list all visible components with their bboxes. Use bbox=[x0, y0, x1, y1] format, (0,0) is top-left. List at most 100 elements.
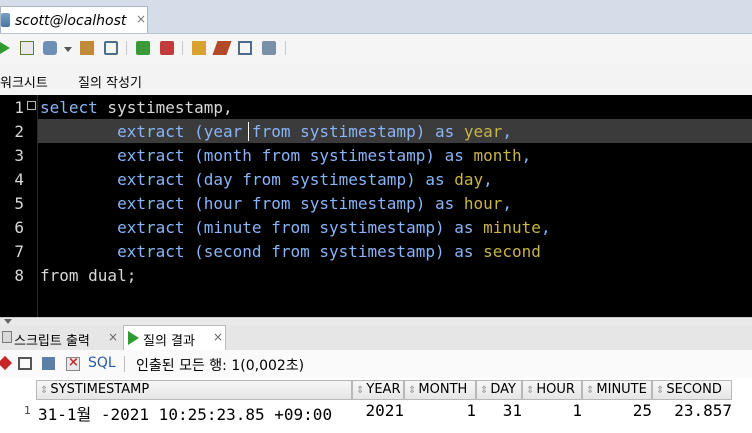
column-header-label: SECOND bbox=[666, 382, 722, 397]
table-cell[interactable]: 31 bbox=[476, 401, 522, 420]
autotrace-icon[interactable] bbox=[80, 41, 94, 55]
refresh-icon[interactable] bbox=[42, 357, 55, 370]
editor-subtabs: 워크시트 질의 작성기 bbox=[0, 64, 752, 96]
line-number: 4 bbox=[14, 170, 24, 189]
close-tab-icon[interactable]: × bbox=[213, 330, 223, 344]
code-text: systimestamp) bbox=[290, 122, 426, 141]
text-caret bbox=[248, 122, 249, 141]
sql-editor[interactable]: 1 2 3 4 5 6 7 8 select systimestamp, ext… bbox=[0, 95, 752, 317]
fold-icon[interactable] bbox=[27, 101, 36, 110]
line-number: 2 bbox=[14, 122, 24, 141]
keyword: from bbox=[251, 146, 301, 165]
run-icon bbox=[128, 331, 139, 345]
rollback-icon[interactable] bbox=[160, 41, 174, 55]
column-header[interactable]: ⇕ MINUTE bbox=[582, 380, 652, 400]
tab-label: 질의 결과 bbox=[143, 334, 195, 349]
code-text: , bbox=[540, 218, 551, 237]
delete-icon[interactable]: × bbox=[66, 355, 80, 371]
connection-tab-label: scott@localhost bbox=[15, 13, 127, 29]
sql-history-icon[interactable] bbox=[238, 41, 252, 55]
run-script-icon[interactable] bbox=[20, 41, 34, 55]
toolbar-separator bbox=[124, 356, 125, 372]
table-cell[interactable]: 1 bbox=[522, 401, 582, 420]
column-header[interactable]: ⇕ SECOND bbox=[652, 380, 732, 400]
code-line: extract (second from systimestamp) as se… bbox=[40, 242, 541, 261]
column-header[interactable]: ⇕ SYSTIMESTAMP bbox=[36, 380, 352, 400]
close-tab-icon[interactable]: × bbox=[108, 330, 118, 344]
table-cell[interactable]: 23.857 bbox=[652, 401, 732, 420]
column-header[interactable]: ⇕ MONTH bbox=[404, 380, 476, 400]
line-number: 5 bbox=[14, 194, 24, 213]
function-name: extract bbox=[117, 146, 185, 165]
code-text: systimestamp) bbox=[309, 218, 445, 237]
column-header-label: MINUTE bbox=[596, 382, 647, 397]
code-text: , bbox=[521, 146, 532, 165]
collapse-icon[interactable] bbox=[4, 319, 12, 324]
column-header-label: HOUR bbox=[536, 382, 575, 397]
keyword: from bbox=[40, 266, 79, 285]
tab-query-builder[interactable]: 질의 작성기 bbox=[78, 72, 142, 91]
commit-icon[interactable] bbox=[136, 41, 150, 55]
column-alias: day bbox=[444, 170, 484, 189]
keyword: as bbox=[434, 146, 464, 165]
code-line: extract (minute from systimestamp) as mi… bbox=[40, 218, 551, 237]
column-header-label: MONTH bbox=[418, 382, 468, 397]
sort-icon: ⇕ bbox=[526, 385, 535, 396]
column-header[interactable]: ⇕ DAY bbox=[476, 380, 522, 400]
column-header-label: DAY bbox=[490, 382, 516, 397]
table-cell[interactable]: 31-1월 -2021 10:25:23.85 +09:00 bbox=[38, 401, 332, 425]
table-cell[interactable]: 1 bbox=[404, 401, 476, 420]
run-statement-icon[interactable] bbox=[0, 42, 10, 54]
toolbar-separator bbox=[182, 41, 183, 55]
table-cell[interactable]: 2021 bbox=[352, 401, 404, 420]
code-text: systimestamp) bbox=[309, 242, 445, 261]
column-header[interactable]: ⇕ YEAR bbox=[352, 380, 404, 400]
connection-tab[interactable]: scott@localhost × bbox=[0, 6, 148, 33]
code-line: extract (month from systimestamp) as mon… bbox=[40, 146, 531, 165]
code-text: systimestamp, bbox=[97, 98, 233, 117]
sql-link[interactable]: SQL bbox=[88, 355, 116, 371]
explain-plan-icon[interactable] bbox=[43, 41, 57, 55]
function-name: extract bbox=[117, 194, 185, 213]
table-cell[interactable]: 25 bbox=[582, 401, 652, 420]
column-header-label: YEAR bbox=[366, 382, 401, 397]
keyword: as bbox=[425, 194, 455, 213]
tab-label: 스크립트 출력 bbox=[14, 334, 90, 349]
tab-query-result[interactable]: 질의 결과 × bbox=[123, 325, 226, 350]
keyword: from bbox=[242, 194, 291, 213]
column-alias: hour bbox=[454, 194, 503, 213]
keyword: as bbox=[425, 122, 455, 141]
sort-icon: ⇕ bbox=[656, 385, 665, 396]
column-alias: minute bbox=[473, 218, 541, 237]
code-text: , bbox=[483, 170, 493, 189]
worksheet-icon bbox=[1, 13, 10, 27]
column-header[interactable]: ⇕ HOUR bbox=[522, 380, 582, 400]
format-case-icon[interactable] bbox=[262, 41, 276, 55]
code-line: from dual; bbox=[40, 266, 136, 285]
sort-icon: ⇕ bbox=[40, 385, 49, 396]
pin-icon[interactable] bbox=[0, 355, 13, 371]
results-grid[interactable]: ⇕ SYSTIMESTAMP ⇕ YEAR ⇕ MONTH ⇕ DAY ⇕ HOUR ⇕ M… bbox=[0, 378, 752, 433]
keyword: from bbox=[232, 170, 281, 189]
code-line: select systimestamp, bbox=[40, 98, 233, 117]
sort-icon: ⇕ bbox=[586, 385, 595, 396]
chevron-down-icon[interactable] bbox=[64, 47, 72, 52]
clear-eraser-icon[interactable] bbox=[212, 41, 232, 55]
toolbar-separator bbox=[126, 41, 127, 55]
column-alias: second bbox=[473, 242, 541, 261]
code-text: systimestamp) bbox=[300, 146, 435, 165]
close-tab-icon[interactable]: × bbox=[136, 12, 146, 26]
function-name: extract bbox=[117, 122, 185, 141]
unshared-sql-icon[interactable] bbox=[192, 41, 206, 55]
code-text: systimestamp) bbox=[290, 194, 426, 213]
keyword: select bbox=[40, 98, 98, 117]
keyword: from bbox=[261, 242, 310, 261]
sort-icon: ⇕ bbox=[480, 385, 489, 396]
tab-script-output[interactable]: 스크립트 출력 × bbox=[0, 325, 122, 350]
sql-tuning-icon[interactable] bbox=[104, 41, 118, 55]
print-icon[interactable] bbox=[18, 357, 32, 370]
line-number: 3 bbox=[14, 146, 24, 165]
tab-worksheet[interactable]: 워크시트 bbox=[0, 72, 48, 91]
